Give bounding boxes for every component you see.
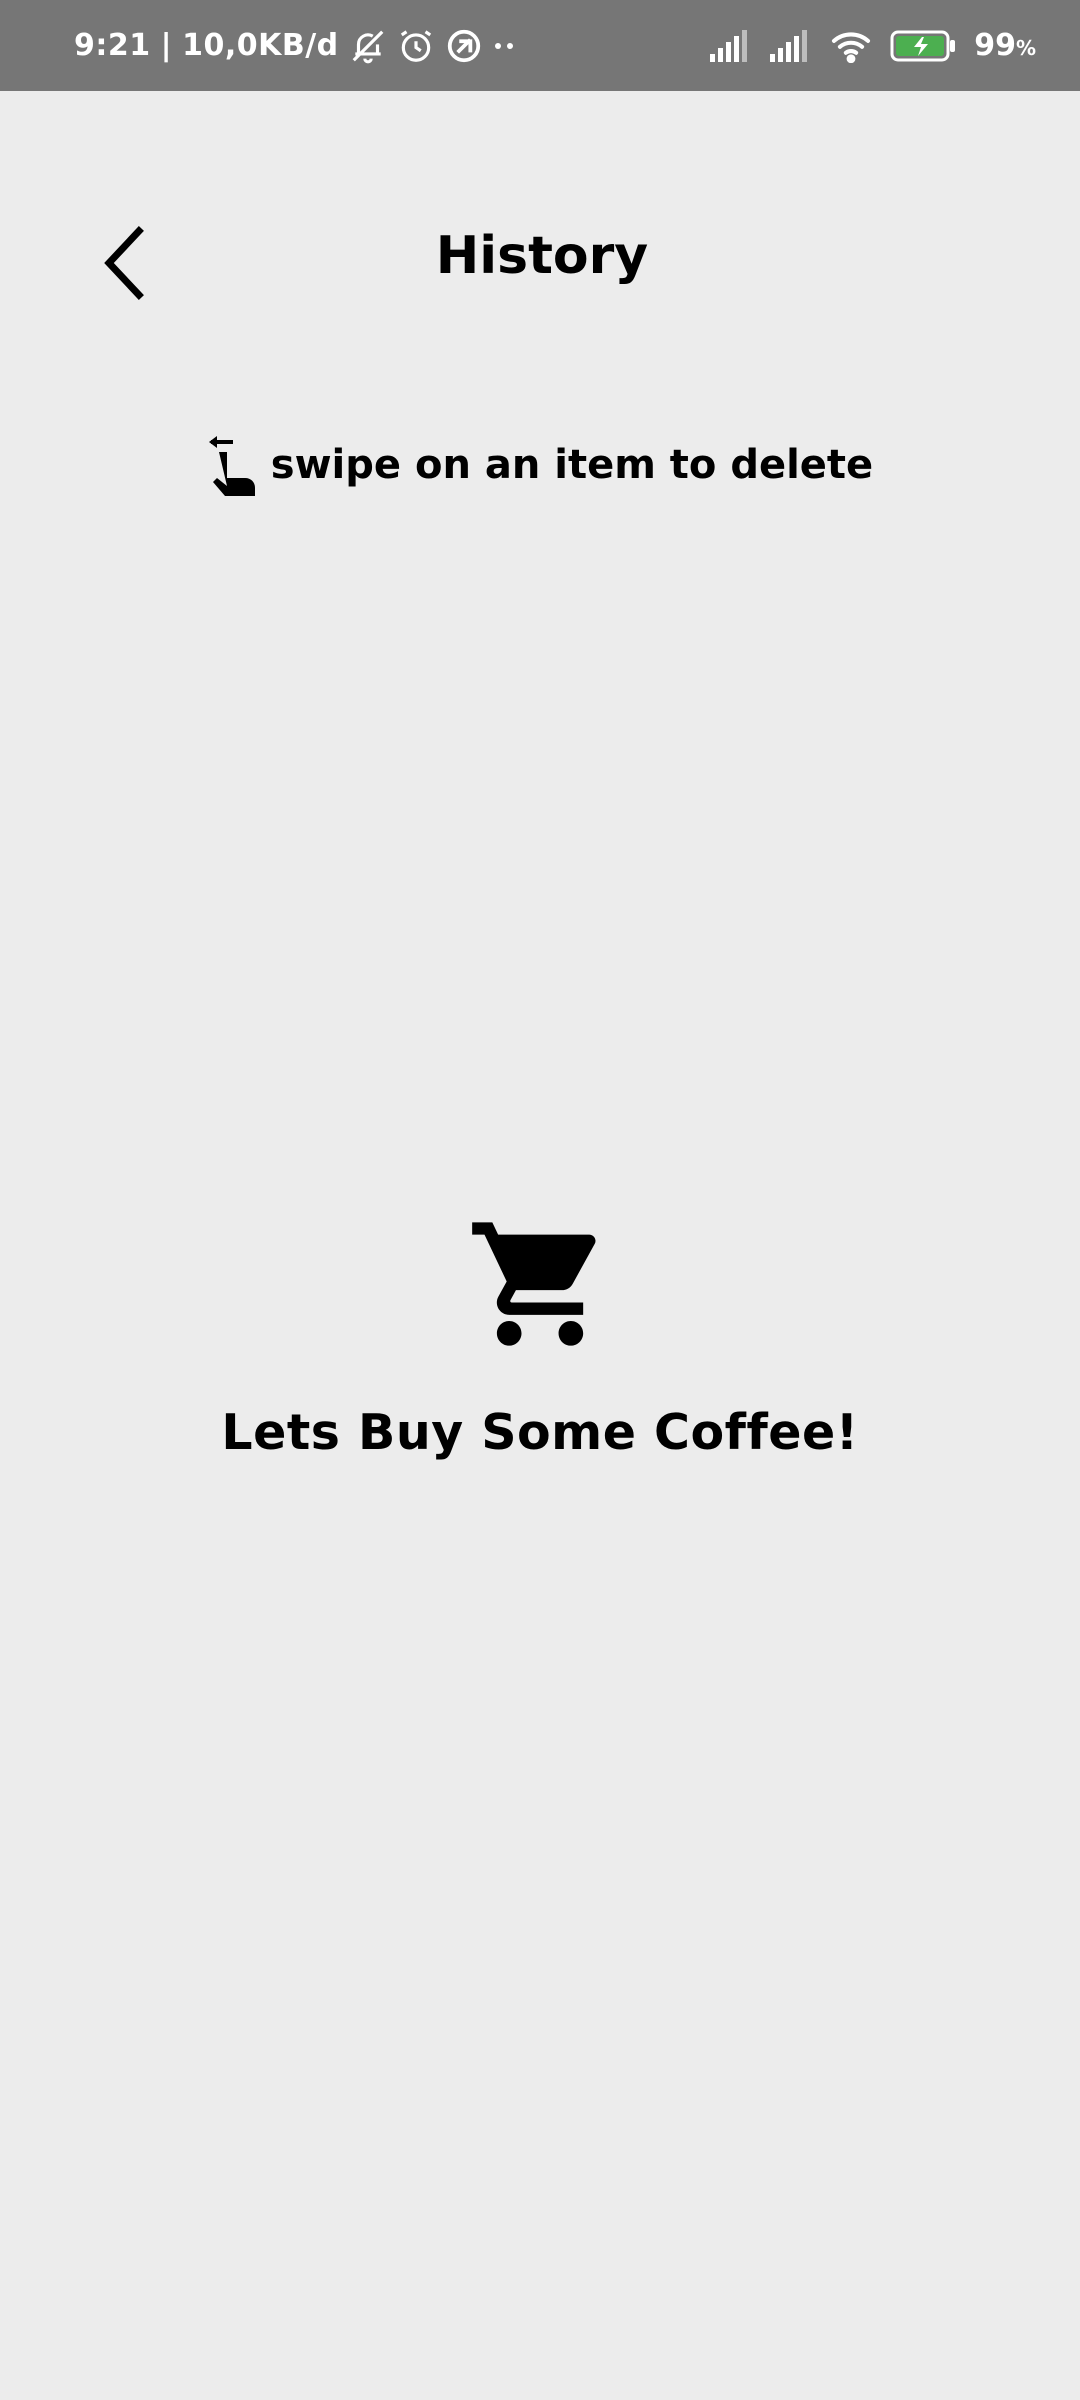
battery-charging-icon bbox=[890, 29, 956, 63]
vpn-icon bbox=[445, 27, 483, 65]
swipe-hint-text: swipe on an item to delete bbox=[270, 442, 874, 488]
empty-state: Lets Buy Some Coffee! bbox=[0, 1210, 1080, 1461]
alarm-icon bbox=[397, 27, 435, 65]
app-header: History bbox=[0, 200, 1080, 330]
status-left-group: 9:21 | 10,0KB/d bbox=[74, 0, 517, 91]
network-speed: 10,0KB/d bbox=[182, 28, 339, 63]
swipe-left-gesture-icon bbox=[208, 436, 255, 496]
more-dots-icon bbox=[493, 41, 517, 51]
shopping-cart-icon bbox=[472, 1222, 596, 1346]
battery-percent: 99% bbox=[974, 28, 1036, 63]
signal-icon bbox=[770, 29, 812, 62]
status-right-group: 99% bbox=[710, 0, 1036, 91]
status-separator: | bbox=[160, 28, 173, 63]
page-title: History bbox=[435, 226, 649, 286]
status-bar: 9:21 | 10,0KB/d 99% bbox=[0, 0, 1080, 91]
muted-bell-icon bbox=[349, 27, 387, 65]
status-time: 9:21 bbox=[74, 28, 151, 63]
signal-icon bbox=[710, 29, 752, 62]
wifi-icon bbox=[830, 29, 872, 63]
swipe-hint: swipe on an item to delete bbox=[0, 432, 1080, 498]
empty-state-title: Lets Buy Some Coffee! bbox=[221, 1404, 859, 1461]
